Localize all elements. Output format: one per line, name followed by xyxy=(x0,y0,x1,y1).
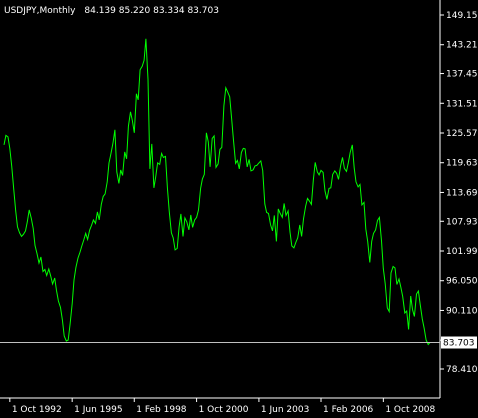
price-series-line[interactable] xyxy=(3,38,431,346)
price-tick-label: 78.410 xyxy=(446,365,478,375)
time-tick-label: 1 Jun 2003 xyxy=(261,405,309,415)
time-tick-label: 1 Oct 1992 xyxy=(12,405,62,415)
price-chart[interactable]: 149.150 143.210 137.450 131.510 125.570 119.6… xyxy=(0,0,478,418)
price-tick-label: 101.990 xyxy=(446,247,478,257)
plot-area[interactable] xyxy=(3,38,431,346)
price-tick-label: 125.570 xyxy=(446,129,478,139)
chart-header: USDJPY,Monthly 84.139 85.220 83.334 83.7… xyxy=(4,6,219,16)
symbol-label: USDJPY,Monthly xyxy=(4,6,76,16)
time-tick-label: 1 Jun 1995 xyxy=(74,405,122,415)
ohlc-label: 84.139 85.220 83.334 83.703 xyxy=(84,6,219,16)
time-tick-label: 1 Oct 2008 xyxy=(385,405,435,415)
current-price-label: 83.703 xyxy=(443,339,475,349)
price-tick-label: 137.450 xyxy=(446,70,478,80)
current-price-tag: 83.703 xyxy=(0,336,477,349)
time-tick-label: 1 Feb 2006 xyxy=(323,405,374,415)
price-tick-label: 113.690 xyxy=(446,188,478,198)
price-tick-label: 131.510 xyxy=(446,99,478,109)
price-tick-label: 107.930 xyxy=(446,217,478,227)
price-tick-label: 149.150 xyxy=(446,11,478,21)
price-tick-label: 143.210 xyxy=(446,41,478,51)
time-axis: 1 Oct 1992 1 Jun 1995 1 Feb 1998 1 Oct 2000… xyxy=(0,397,440,415)
time-tick-label: 1 Oct 2000 xyxy=(199,405,249,415)
price-tick-label: 96.050 xyxy=(446,277,478,287)
price-tick-label: 90.110 xyxy=(446,306,478,316)
price-tick-label: 119.630 xyxy=(446,159,478,169)
time-tick-label: 1 Feb 1998 xyxy=(136,405,187,415)
